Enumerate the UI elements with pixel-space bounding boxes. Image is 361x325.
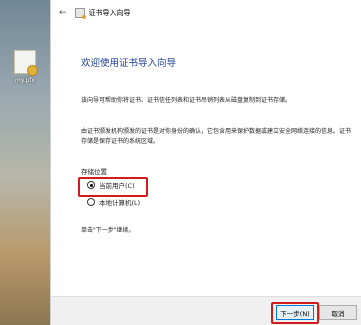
radio-button-icon[interactable]	[87, 198, 95, 206]
cancel-button[interactable]: 取消	[319, 305, 357, 320]
certificate-import-wizard: ← 证书导入向导 欢迎使用证书导入向导 该向导可帮助你将证书、证书信任列表和证书…	[50, 0, 361, 325]
desktop-background: my.pfx	[0, 0, 50, 325]
certificate-file-icon	[14, 50, 38, 76]
continue-instruction: 单击"下一步"继续。	[81, 227, 135, 234]
page-heading: 欢迎使用证书导入向导	[81, 58, 177, 69]
wizard-title: 证书导入向导	[88, 9, 131, 17]
wizard-footer: 下一步(N) 取消	[51, 296, 361, 325]
store-location-label: 存储位置	[81, 168, 107, 176]
certificate-description: 由证书颁发机构颁发的证书是对你身份的确认，它包含用来保护数据或建立安全网络连接的…	[81, 128, 352, 145]
desktop-file-icon[interactable]: my.pfx	[8, 50, 42, 84]
radio-local-machine-label[interactable]: 本地计算机(L)	[99, 197, 140, 207]
current-user-highlight	[78, 177, 148, 197]
desktop-file-label: my.pfx	[15, 77, 35, 84]
back-arrow-icon[interactable]: ←	[59, 8, 67, 18]
certificate-icon	[74, 8, 86, 19]
next-button[interactable]: 下一步(N)	[276, 305, 314, 320]
intro-paragraph: 该向导可帮助你将证书、证书信任列表和证书吊销列表从磁盘复制到证书存储。	[81, 97, 292, 104]
wizard-titlebar: ← 证书导入向导	[51, 0, 361, 26]
radio-local-machine[interactable]: 本地计算机(L)	[87, 197, 140, 207]
